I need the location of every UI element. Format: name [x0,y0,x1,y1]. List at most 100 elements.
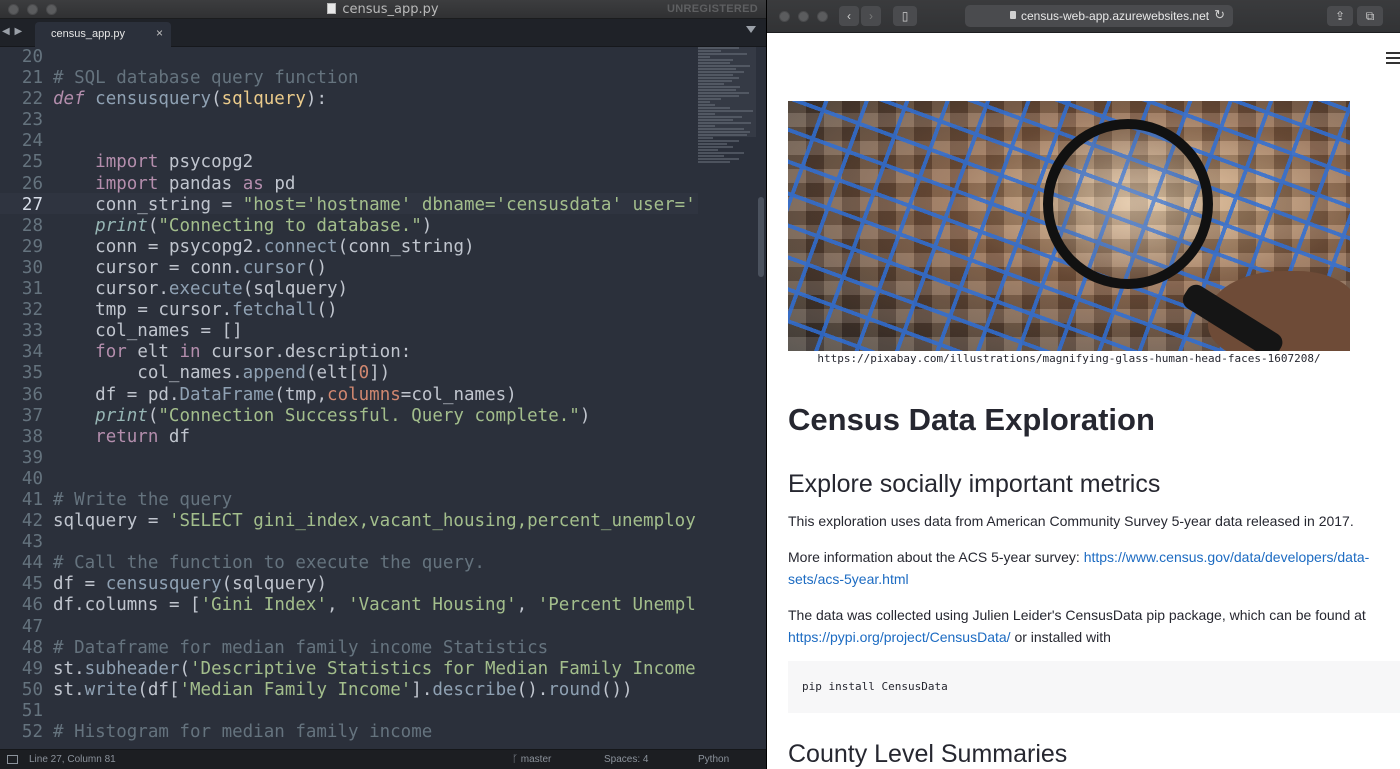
argument: elt [316,363,349,384]
close-tab-icon[interactable]: × [156,26,163,40]
reload-icon[interactable]: ↻ [1214,7,1225,23]
method: append [242,363,306,384]
method: DataFrame [179,384,275,405]
object: cursor [158,300,222,321]
minimap-line [698,113,716,115]
argument: tmp [284,384,317,405]
minimap-line [698,62,730,64]
indentation-setting[interactable]: Spaces: 4 [604,754,648,765]
minimap-line [698,53,748,55]
minimap-line [698,74,733,76]
line-number: 41 [21,489,43,510]
line-number: 32 [21,300,43,321]
variable: elt [137,342,169,363]
object: col_names [137,363,233,384]
install-code-block: pip install CensusData [788,661,1400,713]
string: 'Median Family Income' [179,679,412,700]
code-line-34: for elt in cursor.description: [95,342,412,363]
comment: # SQL database query function [53,68,359,89]
argument: df [147,679,169,700]
minimize-window-button[interactable] [798,11,809,22]
editor-scrollbar[interactable] [756,47,766,749]
line-number: 25 [21,152,43,173]
parameter: sqlquery [221,89,306,110]
line-number: 43 [21,532,43,553]
tab-census-app[interactable]: census_app.py × [35,22,171,47]
builtin: print [95,405,148,426]
censusdata-tail: or installed with [1010,629,1111,645]
code-line-26: import pandas as pd [53,174,698,195]
cursor-position: Line 27, Column 81 [29,754,116,765]
comment: # Call the function to execute the query… [53,553,485,574]
magnifier-lens [1043,119,1213,289]
address-bar[interactable]: census-web-app.azurewebsites.net ↻ [965,5,1233,27]
panel-toggle-icon[interactable] [7,755,18,764]
keyword-argument: columns [327,384,401,405]
minimap-line [698,65,751,67]
keyword: in [179,342,201,363]
object: cursor [95,279,159,300]
minimap-line [698,56,710,58]
tab-label: census_app.py [51,28,125,40]
minimap-line [698,104,716,106]
syntax-selector[interactable]: Python [698,754,729,765]
minimap-line [698,161,730,163]
line-number: 38 [21,426,43,447]
line-number: 20 [21,47,43,67]
code-line-42: sqlquery = 'SELECT gini_index,vacant_hou… [53,511,696,532]
code-line-30: cursor = conn.cursor() [95,257,328,278]
line-number: 21 [21,68,43,89]
keyword: for [95,342,127,363]
number: 0 [358,363,370,384]
keyword: import [95,173,159,194]
pypi-link[interactable]: https://pypi.org/project/CensusData/ [788,629,1011,645]
minimap[interactable] [698,47,756,749]
code-line-41: # Write the query [53,490,698,511]
module: psycopg2 [168,152,254,173]
minimap-line [698,71,745,73]
sidebar-toggle-icon[interactable]: ▯ [893,6,917,26]
browser-toolbar: ‹ › ▯ census-web-app.azurewebsites.net ↻… [767,0,1400,33]
back-button[interactable]: ‹ [839,6,859,26]
code-line-31: cursor.execute(sqlquery) [95,279,349,300]
minimap-line [698,98,722,100]
tabs-overview-button[interactable]: ⧉ [1357,6,1383,26]
minimap-line [698,155,725,157]
git-branch[interactable]: ᚴ master [512,754,551,765]
sublime-editor-window: census_app.py UNREGISTERED ◀ ▶ census_ap… [0,0,766,769]
minimap-line [698,47,739,49]
line-number: 47 [21,616,43,637]
variable: df [168,426,190,447]
line-number-gutter: 20 21 22 23 24 25 26 27 28 29 30 31 32 33 34 35 36 37 38 39… [0,47,46,749]
code-area[interactable]: # SQL database query function def census… [53,47,698,749]
line-number: 40 [21,468,43,489]
code-line-28: print("Connecting to database.") [95,215,433,236]
page-viewport: https://pixabay.com/illustrations/magnif… [767,34,1400,769]
line-number: 50 [21,679,43,700]
page-title: Census Data Exploration [788,402,1155,437]
hamburger-menu-icon[interactable] [1386,52,1400,64]
attribute: description [284,342,401,363]
string: "Connecting to database." [158,215,422,236]
tab-navigation-arrows[interactable]: ◀ ▶ [2,26,23,37]
share-button[interactable]: ⇪ [1327,6,1353,26]
code-line-27: conn_string = "host='hostname' dbname='c… [95,194,696,215]
tab-dropdown-icon[interactable] [746,26,756,33]
line-number: 37 [21,405,43,426]
minimap-line [698,116,742,118]
scrollbar-thumb[interactable] [758,197,764,277]
object: cursor [211,342,275,363]
window-title-text: census_app.py [342,2,439,17]
keyword: def [53,89,85,110]
forward-button[interactable]: › [861,6,881,26]
zoom-window-button[interactable] [817,11,828,22]
code-line-29: conn = psycopg2.connect(conn_string) [95,236,475,257]
minimap-line [698,59,733,61]
close-window-button[interactable] [779,11,790,22]
code-line-37: print("Connection Successful. Query comp… [95,405,591,426]
minimap-line [698,158,739,160]
argument: conn_string [348,236,465,257]
